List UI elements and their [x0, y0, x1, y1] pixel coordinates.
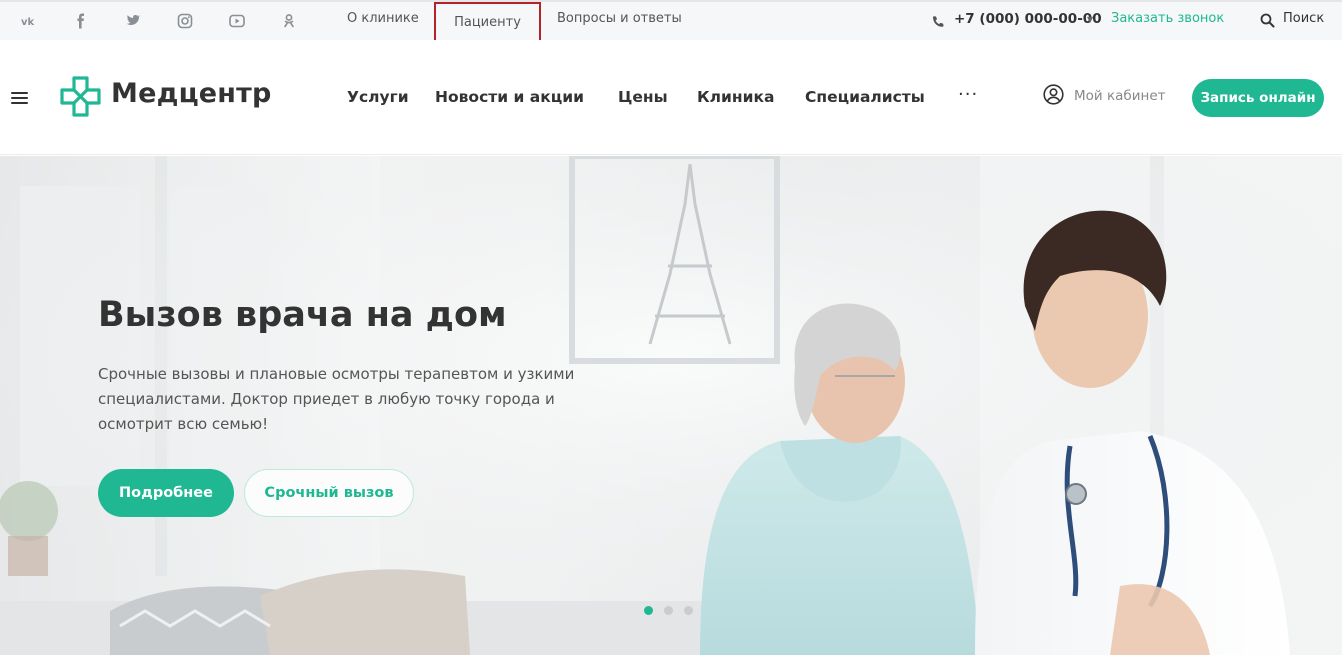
more-menu-icon[interactable]: ···: [958, 84, 978, 105]
nav-item-news[interactable]: Новости и акции: [435, 88, 584, 106]
hero-slider: Вызов врача на дом Срочные вызовы и план…: [0, 156, 1342, 655]
book-online-button[interactable]: Запись онлайн: [1192, 79, 1324, 117]
facebook-icon[interactable]: [73, 13, 89, 29]
user-icon[interactable]: [1043, 84, 1064, 105]
chevron-down-icon[interactable]: ▼: [1087, 15, 1093, 24]
instagram-icon[interactable]: [177, 13, 193, 29]
logo-icon[interactable]: [60, 76, 101, 117]
search-icon[interactable]: [1260, 13, 1275, 28]
nav-link-patient[interactable]: Пациенту: [434, 2, 541, 42]
main-header: Медцентр Услуги Новости и акции Цены Кли…: [0, 40, 1342, 155]
slider-dot-1[interactable]: [644, 606, 653, 615]
nav-item-services[interactable]: Услуги: [347, 88, 409, 106]
nav-item-specialists[interactable]: Специалисты: [805, 88, 925, 106]
hero-description: Срочные вызовы и плановые осмотры терапе…: [98, 365, 575, 433]
twitter-icon[interactable]: [125, 13, 141, 29]
nav-item-prices[interactable]: Цены: [618, 88, 668, 106]
vk-icon[interactable]: vk: [21, 13, 37, 29]
top-bar: vk О клинике Пациенту Вопросы и ответы +…: [0, 0, 1342, 42]
nav-link-about[interactable]: О клинике: [347, 11, 419, 26]
odnoklassniki-icon[interactable]: [281, 13, 297, 29]
nav-item-clinic[interactable]: Клиника: [697, 88, 774, 106]
hero-title: Вызов врача на дом: [98, 295, 507, 335]
order-call-link[interactable]: Заказать звонок: [1111, 11, 1224, 26]
my-cabinet-link[interactable]: Мой кабинет: [1074, 88, 1166, 104]
nav-link-faq[interactable]: Вопросы и ответы: [557, 11, 682, 26]
slider-dot-3[interactable]: [684, 606, 693, 615]
menu-icon[interactable]: [11, 92, 28, 104]
slider-dot-2[interactable]: [664, 606, 673, 615]
phone-icon: [931, 14, 945, 28]
phone-number[interactable]: +7 (000) 000-00-00: [954, 11, 1102, 27]
logo-text[interactable]: Медцентр: [111, 78, 272, 109]
more-button[interactable]: Подробнее: [98, 469, 234, 517]
youtube-icon[interactable]: [229, 13, 245, 29]
urgent-call-button[interactable]: Срочный вызов: [244, 469, 414, 517]
svg-text:vk: vk: [21, 17, 35, 28]
search-button[interactable]: Поиск: [1283, 11, 1324, 26]
